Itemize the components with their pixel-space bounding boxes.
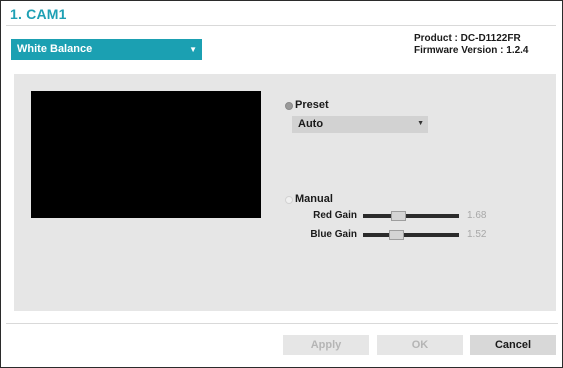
- camera-title: 1. CAM1: [10, 6, 67, 22]
- blue-gain-slider-thumb[interactable]: [389, 230, 404, 240]
- blue-gain-value: 1.52: [467, 229, 487, 240]
- red-gain-value: 1.68: [467, 210, 487, 221]
- preset-selected-value: Auto: [298, 118, 324, 130]
- firmware-version-text: Firmware Version : 1.2.4: [414, 45, 529, 56]
- caret-down-icon: ▼: [189, 45, 197, 54]
- blue-gain-slider[interactable]: [363, 230, 459, 240]
- preset-dropdown[interactable]: Auto ▼: [292, 116, 428, 133]
- cancel-button[interactable]: Cancel: [470, 335, 556, 355]
- settings-category-dropdown[interactable]: White Balance ▼: [11, 39, 202, 60]
- apply-button[interactable]: Apply: [283, 335, 369, 355]
- ok-button[interactable]: OK: [377, 335, 463, 355]
- red-gain-slider-thumb[interactable]: [391, 211, 406, 221]
- device-info: Product : DC-D1122FR Firmware Version : …: [414, 33, 529, 57]
- footer-divider: [6, 323, 558, 324]
- red-gain-label: Red Gain: [313, 210, 357, 221]
- preset-radio[interactable]: [285, 102, 293, 110]
- manual-radio[interactable]: [285, 196, 293, 204]
- caret-down-icon: ▼: [417, 120, 424, 127]
- manual-label: Manual: [295, 193, 333, 205]
- blue-gain-label: Blue Gain: [310, 229, 357, 240]
- product-text: Product : DC-D1122FR: [414, 33, 521, 44]
- title-divider: [6, 25, 556, 26]
- preset-label: Preset: [295, 99, 329, 111]
- settings-category-label: White Balance: [17, 43, 93, 55]
- camera-preview: [31, 91, 261, 218]
- red-gain-slider[interactable]: [363, 211, 459, 221]
